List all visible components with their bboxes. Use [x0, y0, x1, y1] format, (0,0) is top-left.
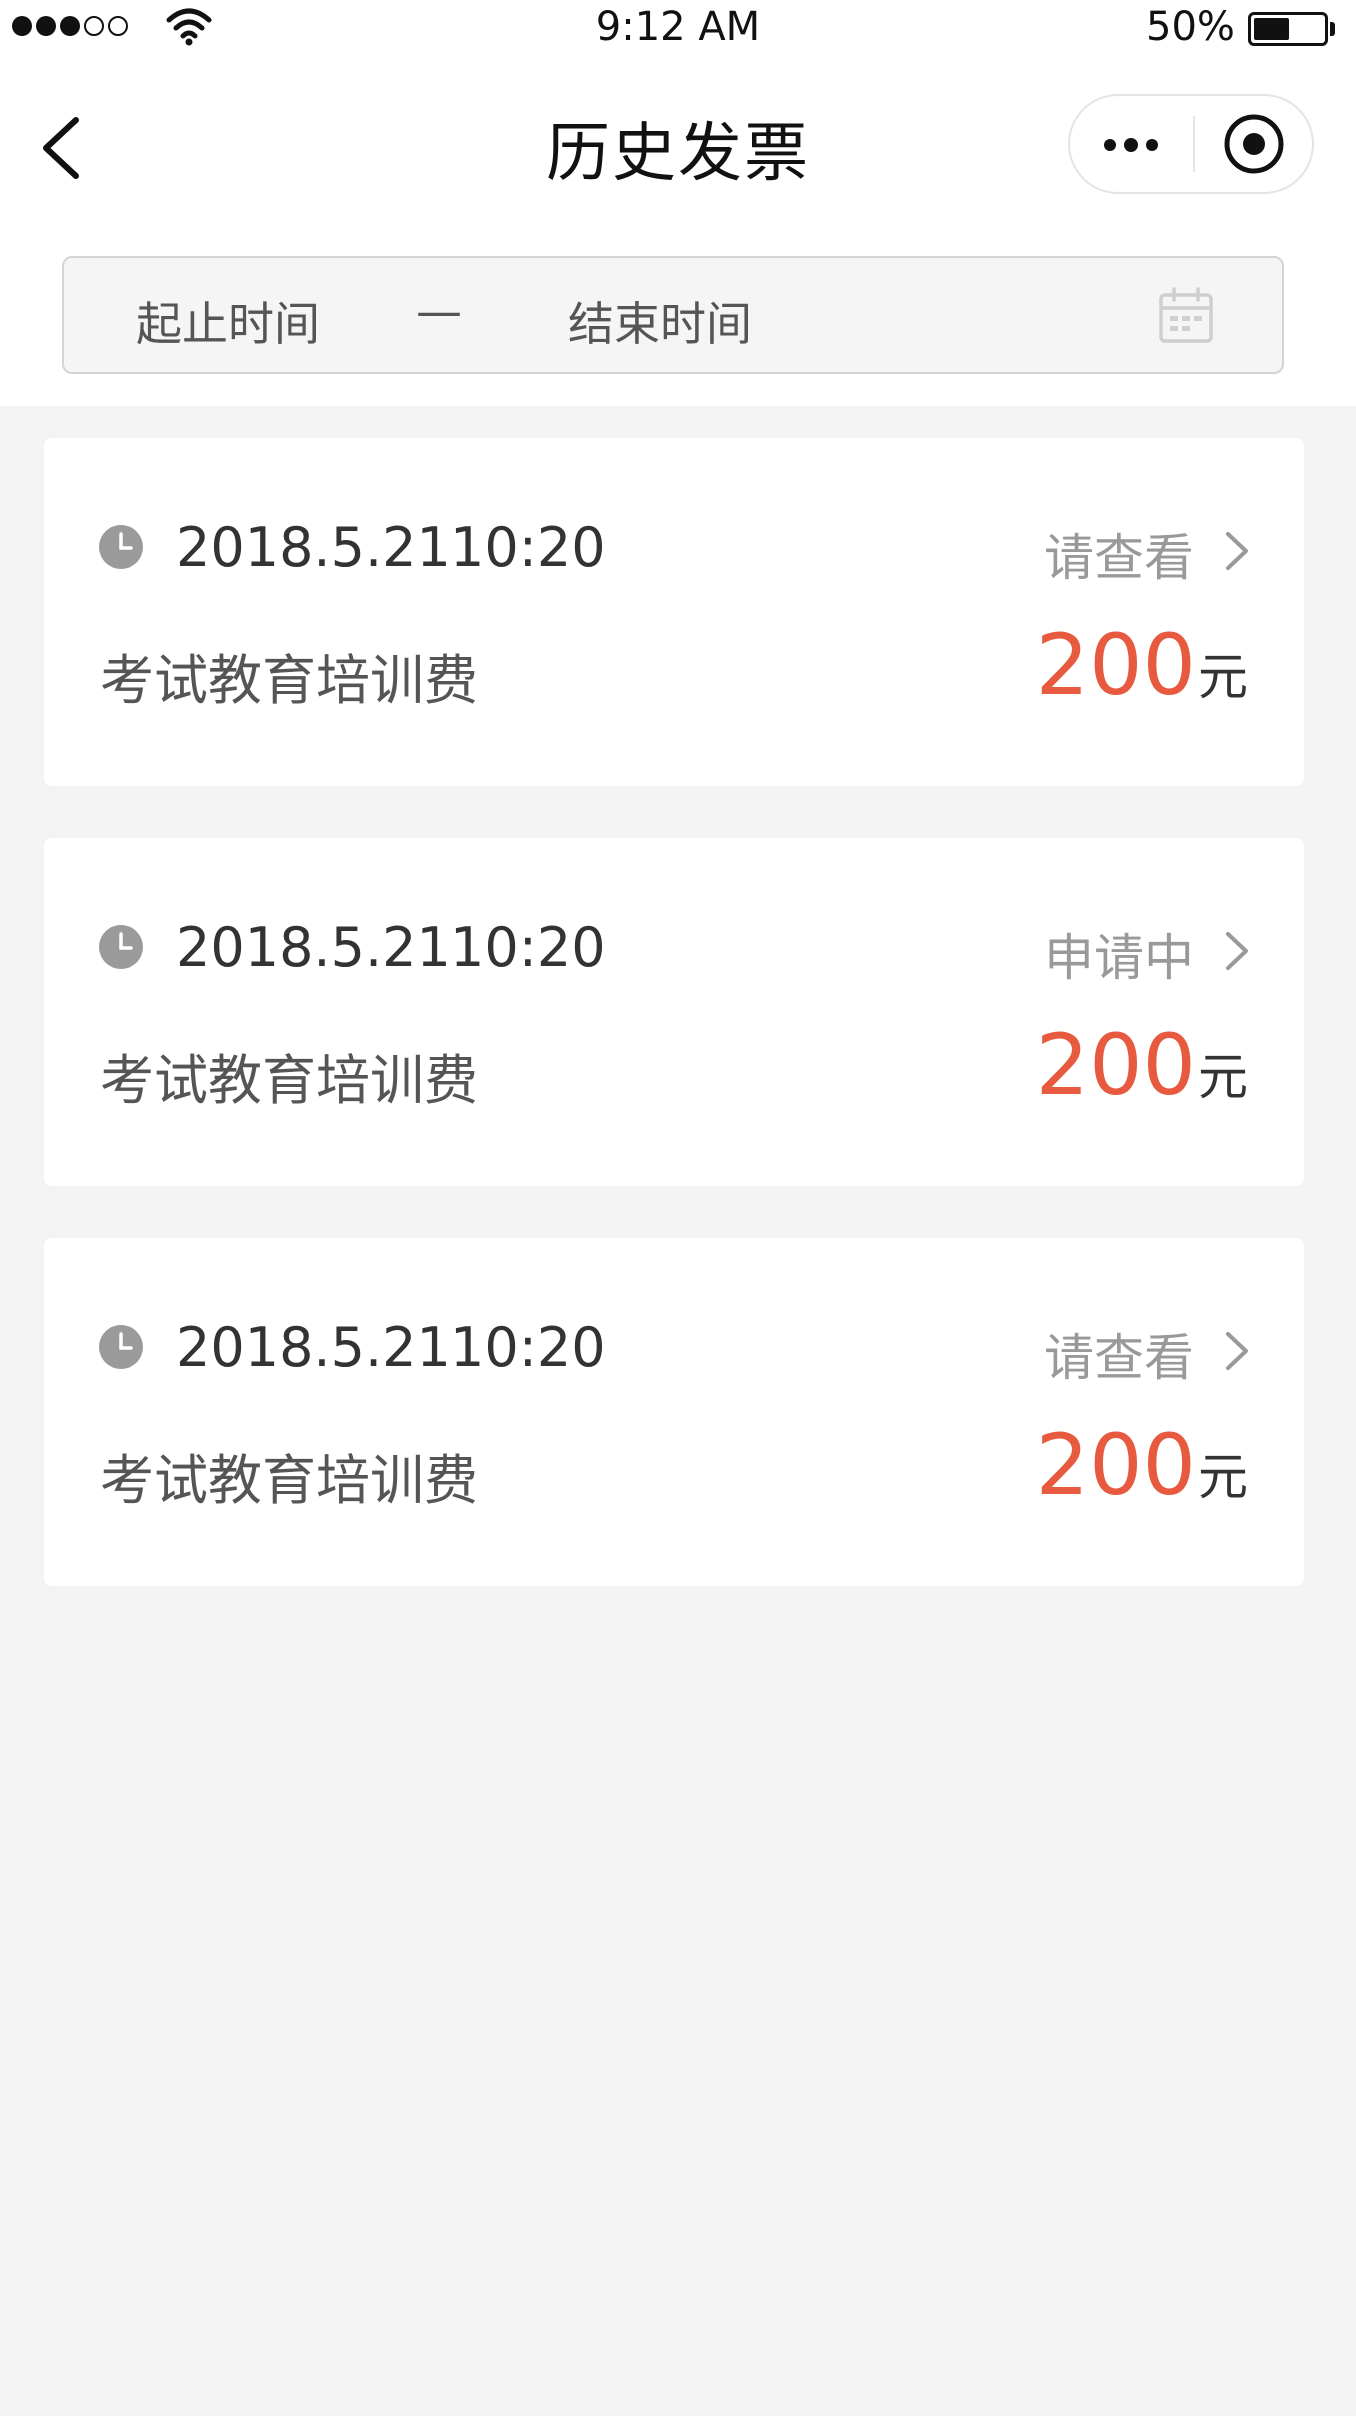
invoice-status[interactable]: 请查看 — [1044, 518, 1194, 590]
invoice-description: 考试教育培训费 — [100, 649, 478, 712]
mini-program-capsule — [1068, 94, 1314, 194]
battery-tip — [1330, 22, 1335, 36]
chevron-right-icon[interactable] — [1222, 928, 1252, 974]
invoice-description: 考试教育培训费 — [100, 1049, 478, 1112]
invoice-status[interactable]: 申请中 — [1044, 918, 1194, 990]
invoice-date: 2018.5.21 — [176, 916, 451, 979]
invoice-description: 考试教育培训费 — [100, 1449, 478, 1512]
invoice-amount: 200 元 — [1036, 616, 1248, 714]
capsule-divider — [1193, 116, 1195, 172]
amount-unit: 元 — [1198, 1448, 1248, 1506]
amount-value: 200 — [1035, 616, 1196, 714]
close-button[interactable] — [1196, 96, 1314, 192]
invoice-time: 10:20 — [450, 1316, 606, 1379]
amount-unit: 元 — [1198, 648, 1248, 706]
chevron-right-icon[interactable] — [1222, 528, 1252, 574]
range-separator: — — [416, 284, 462, 338]
invoice-date: 2018.5.21 — [176, 516, 451, 579]
amount-value: 200 — [1035, 1416, 1196, 1514]
battery-icon — [1248, 12, 1328, 46]
nav-bar: 历史发票 — [0, 58, 1356, 230]
invoice-amount: 200 元 — [1036, 1016, 1248, 1114]
invoice-amount: 200 元 — [1036, 1416, 1248, 1514]
battery-level — [1254, 18, 1289, 40]
clock-icon — [99, 925, 143, 969]
amount-value: 200 — [1035, 1016, 1196, 1114]
invoice-date: 2018.5.21 — [176, 1316, 451, 1379]
invoice-card[interactable]: 2018.5.21 10:20 请查看 考试教育培训费 200 元 — [44, 438, 1304, 786]
status-bar: 9:12 AM 50% — [0, 0, 1356, 58]
clock-icon — [99, 1325, 143, 1369]
filter-bar: 起止时间 — 结束时间 — [0, 230, 1356, 406]
chevron-right-icon[interactable] — [1222, 1328, 1252, 1374]
battery-percent: 50% — [1146, 4, 1235, 50]
invoice-time: 10:20 — [450, 916, 606, 979]
date-range-picker[interactable]: 起止时间 — 结束时间 — [62, 256, 1284, 374]
start-date-field[interactable]: 起止时间 — [136, 288, 320, 354]
invoice-time: 10:20 — [450, 516, 606, 579]
more-button[interactable] — [1070, 96, 1192, 192]
end-date-field[interactable]: 结束时间 — [568, 288, 752, 354]
invoice-status[interactable]: 请查看 — [1044, 1318, 1194, 1390]
invoice-list: 2018.5.21 10:20 请查看 考试教育培训费 200 元 2018.5… — [44, 438, 1304, 1638]
target-circle-icon — [1224, 114, 1284, 174]
app-screen: 9:12 AM 50% 历史发票 起止时间 — 结束时间 2018.5.21 1… — [0, 0, 1356, 2416]
invoice-card[interactable]: 2018.5.21 10:20 申请中 考试教育培训费 200 元 — [44, 838, 1304, 1186]
clock-icon — [99, 525, 143, 569]
more-dots-icon — [1104, 139, 1116, 151]
amount-unit: 元 — [1198, 1048, 1248, 1106]
invoice-card[interactable]: 2018.5.21 10:20 请查看 考试教育培训费 200 元 — [44, 1238, 1304, 1586]
calendar-icon[interactable] — [1156, 286, 1216, 346]
